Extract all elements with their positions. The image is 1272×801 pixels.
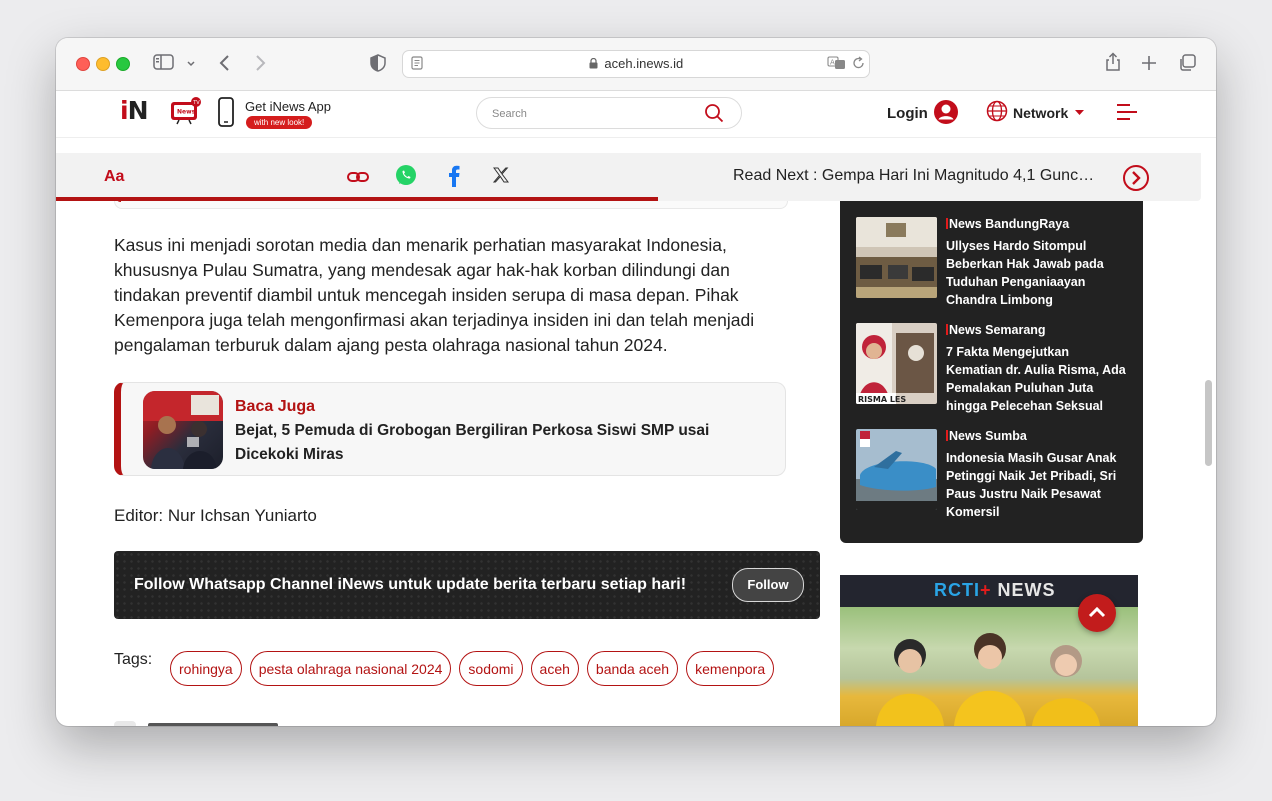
network-label: Network (1013, 105, 1069, 121)
url-text: aceh.inews.id (403, 56, 869, 71)
font-size-button[interactable]: Aa (104, 168, 124, 186)
user-icon[interactable] (933, 99, 959, 130)
site-header: iN News TV Get iNews App with new look! S… (56, 91, 1216, 138)
lock-icon (589, 56, 605, 71)
rcti-logo-text: RCTI (934, 580, 980, 600)
news-title[interactable]: Indonesia Masih Gusar Anak Petinggi Naik… (946, 449, 1128, 521)
chevron-up-icon (1088, 606, 1106, 618)
article-paragraph: Kasus ini menjadi sorotan media dan mena… (114, 235, 755, 355)
tag-item[interactable]: sodomi (459, 651, 523, 686)
svg-text:RISMA LES: RISMA LES (858, 395, 906, 404)
follow-button[interactable]: Follow (732, 568, 804, 602)
share-icon[interactable] (1104, 52, 1122, 77)
sidebar-toggle-icon[interactable] (153, 53, 175, 76)
search-box[interactable]: Search (476, 97, 742, 129)
tags-label: Tags: (114, 651, 153, 668)
whatsapp-channel-banner: Follow Whatsapp Channel iNews untuk upda… (114, 551, 820, 619)
search-icon[interactable] (704, 103, 724, 128)
news-thumbnail[interactable]: RISMA LES (856, 323, 937, 404)
rcti-logo-news: NEWS (991, 580, 1056, 600)
news-thumbnail[interactable] (856, 429, 937, 510)
news-title[interactable]: 7 Fakta Mengejutkan Kematian dr. Aulia R… (946, 343, 1128, 415)
facebook-icon[interactable] (448, 165, 460, 192)
tags-list: rohingya pesta olahraga nasional 2024 so… (170, 651, 775, 686)
next-section-peek (114, 721, 314, 726)
browser-toolbar: aceh.inews.id A (56, 38, 1216, 91)
url-label: aceh.inews.id (604, 56, 684, 71)
zoom-window-button[interactable] (116, 57, 130, 71)
inews-logo[interactable]: iN (120, 96, 149, 125)
baca-juga-thumbnail[interactable] (143, 391, 223, 469)
news-thumbnail[interactable] (856, 217, 937, 298)
news-title[interactable]: Ullyses Hardo Sitompul Beberkan Hak Jawa… (946, 237, 1128, 309)
svg-text:A: A (830, 59, 835, 67)
login-link[interactable]: Login (887, 105, 928, 122)
read-next-link[interactable]: Read Next : Gempa Hari Ini Magnitudo 4,1… (733, 167, 1099, 185)
network-menu[interactable]: Network (1013, 105, 1085, 121)
rcti-logo-plus: + (980, 580, 992, 600)
reload-icon[interactable] (852, 56, 865, 75)
hamburger-menu-icon[interactable] (1116, 102, 1138, 127)
globe-icon[interactable] (986, 100, 1008, 127)
news-category[interactable]: News BandungRaya (946, 217, 1069, 231)
next-article-arrow-icon[interactable] (1122, 164, 1150, 197)
caret-down-icon (1072, 105, 1085, 121)
whatsapp-channel-text: Follow Whatsapp Channel iNews untuk upda… (134, 576, 687, 593)
inews-tv-icon[interactable]: News TV (169, 96, 203, 131)
baca-juga-label: Baca Juga (235, 398, 316, 415)
reading-progress-bar (56, 197, 658, 201)
phone-icon[interactable] (217, 97, 235, 132)
copy-link-icon[interactable] (346, 165, 370, 194)
address-bar[interactable]: aceh.inews.id A (402, 50, 870, 78)
page-scrollbar[interactable] (1205, 380, 1212, 466)
tv-badge-text: News (177, 109, 196, 116)
news-category[interactable]: News Sumba (946, 429, 1027, 443)
close-window-button[interactable] (76, 57, 90, 71)
tag-item[interactable]: kemenpora (686, 651, 775, 686)
whatsapp-icon[interactable] (395, 164, 417, 191)
app-promo-title[interactable]: Get iNews App (245, 99, 331, 114)
baca-juga-title[interactable]: Bejat, 5 Pemuda di Grobogan Bergiliran P… (235, 419, 755, 467)
rcti-plus-news-logo: RCTI+ NEWS (934, 580, 1056, 601)
minimize-window-button[interactable] (96, 57, 110, 71)
svg-text:TV: TV (192, 100, 200, 106)
editor-credit: Editor: Nur Ichsan Yuniarto (114, 506, 317, 525)
tag-item[interactable]: rohingya (170, 651, 242, 686)
forward-icon[interactable] (253, 54, 267, 77)
x-twitter-icon[interactable] (492, 167, 509, 188)
news-category[interactable]: News Semarang (946, 323, 1046, 337)
app-promo-badge[interactable]: with new look! (246, 116, 313, 129)
tab-overview-icon[interactable] (1178, 54, 1196, 77)
related-news-sidebar: News BandungRaya Ullyses Hardo Sitompul … (840, 201, 1143, 543)
search-input[interactable]: Search (492, 108, 527, 120)
scroll-to-top-button[interactable] (1078, 594, 1116, 632)
new-tab-icon[interactable] (1141, 54, 1157, 76)
browser-window: aceh.inews.id A iN News TV Get iNews App (56, 38, 1216, 726)
chevron-down-icon[interactable] (186, 54, 196, 76)
tag-item[interactable]: aceh (530, 651, 579, 686)
tag-item[interactable]: pesta olahraga nasional 2024 (249, 651, 452, 686)
translate-icon[interactable]: A (827, 56, 847, 75)
tag-item[interactable]: banda aceh (586, 651, 679, 686)
article-share-bar: Aa Read Next : Gempa Hari Ini Magnitudo … (56, 153, 1201, 201)
baca-juga-card[interactable]: Baca Juga Bejat, 5 Pemuda di Grobogan Be… (114, 382, 786, 476)
back-icon[interactable] (218, 54, 232, 77)
privacy-shield-icon[interactable] (370, 54, 386, 77)
